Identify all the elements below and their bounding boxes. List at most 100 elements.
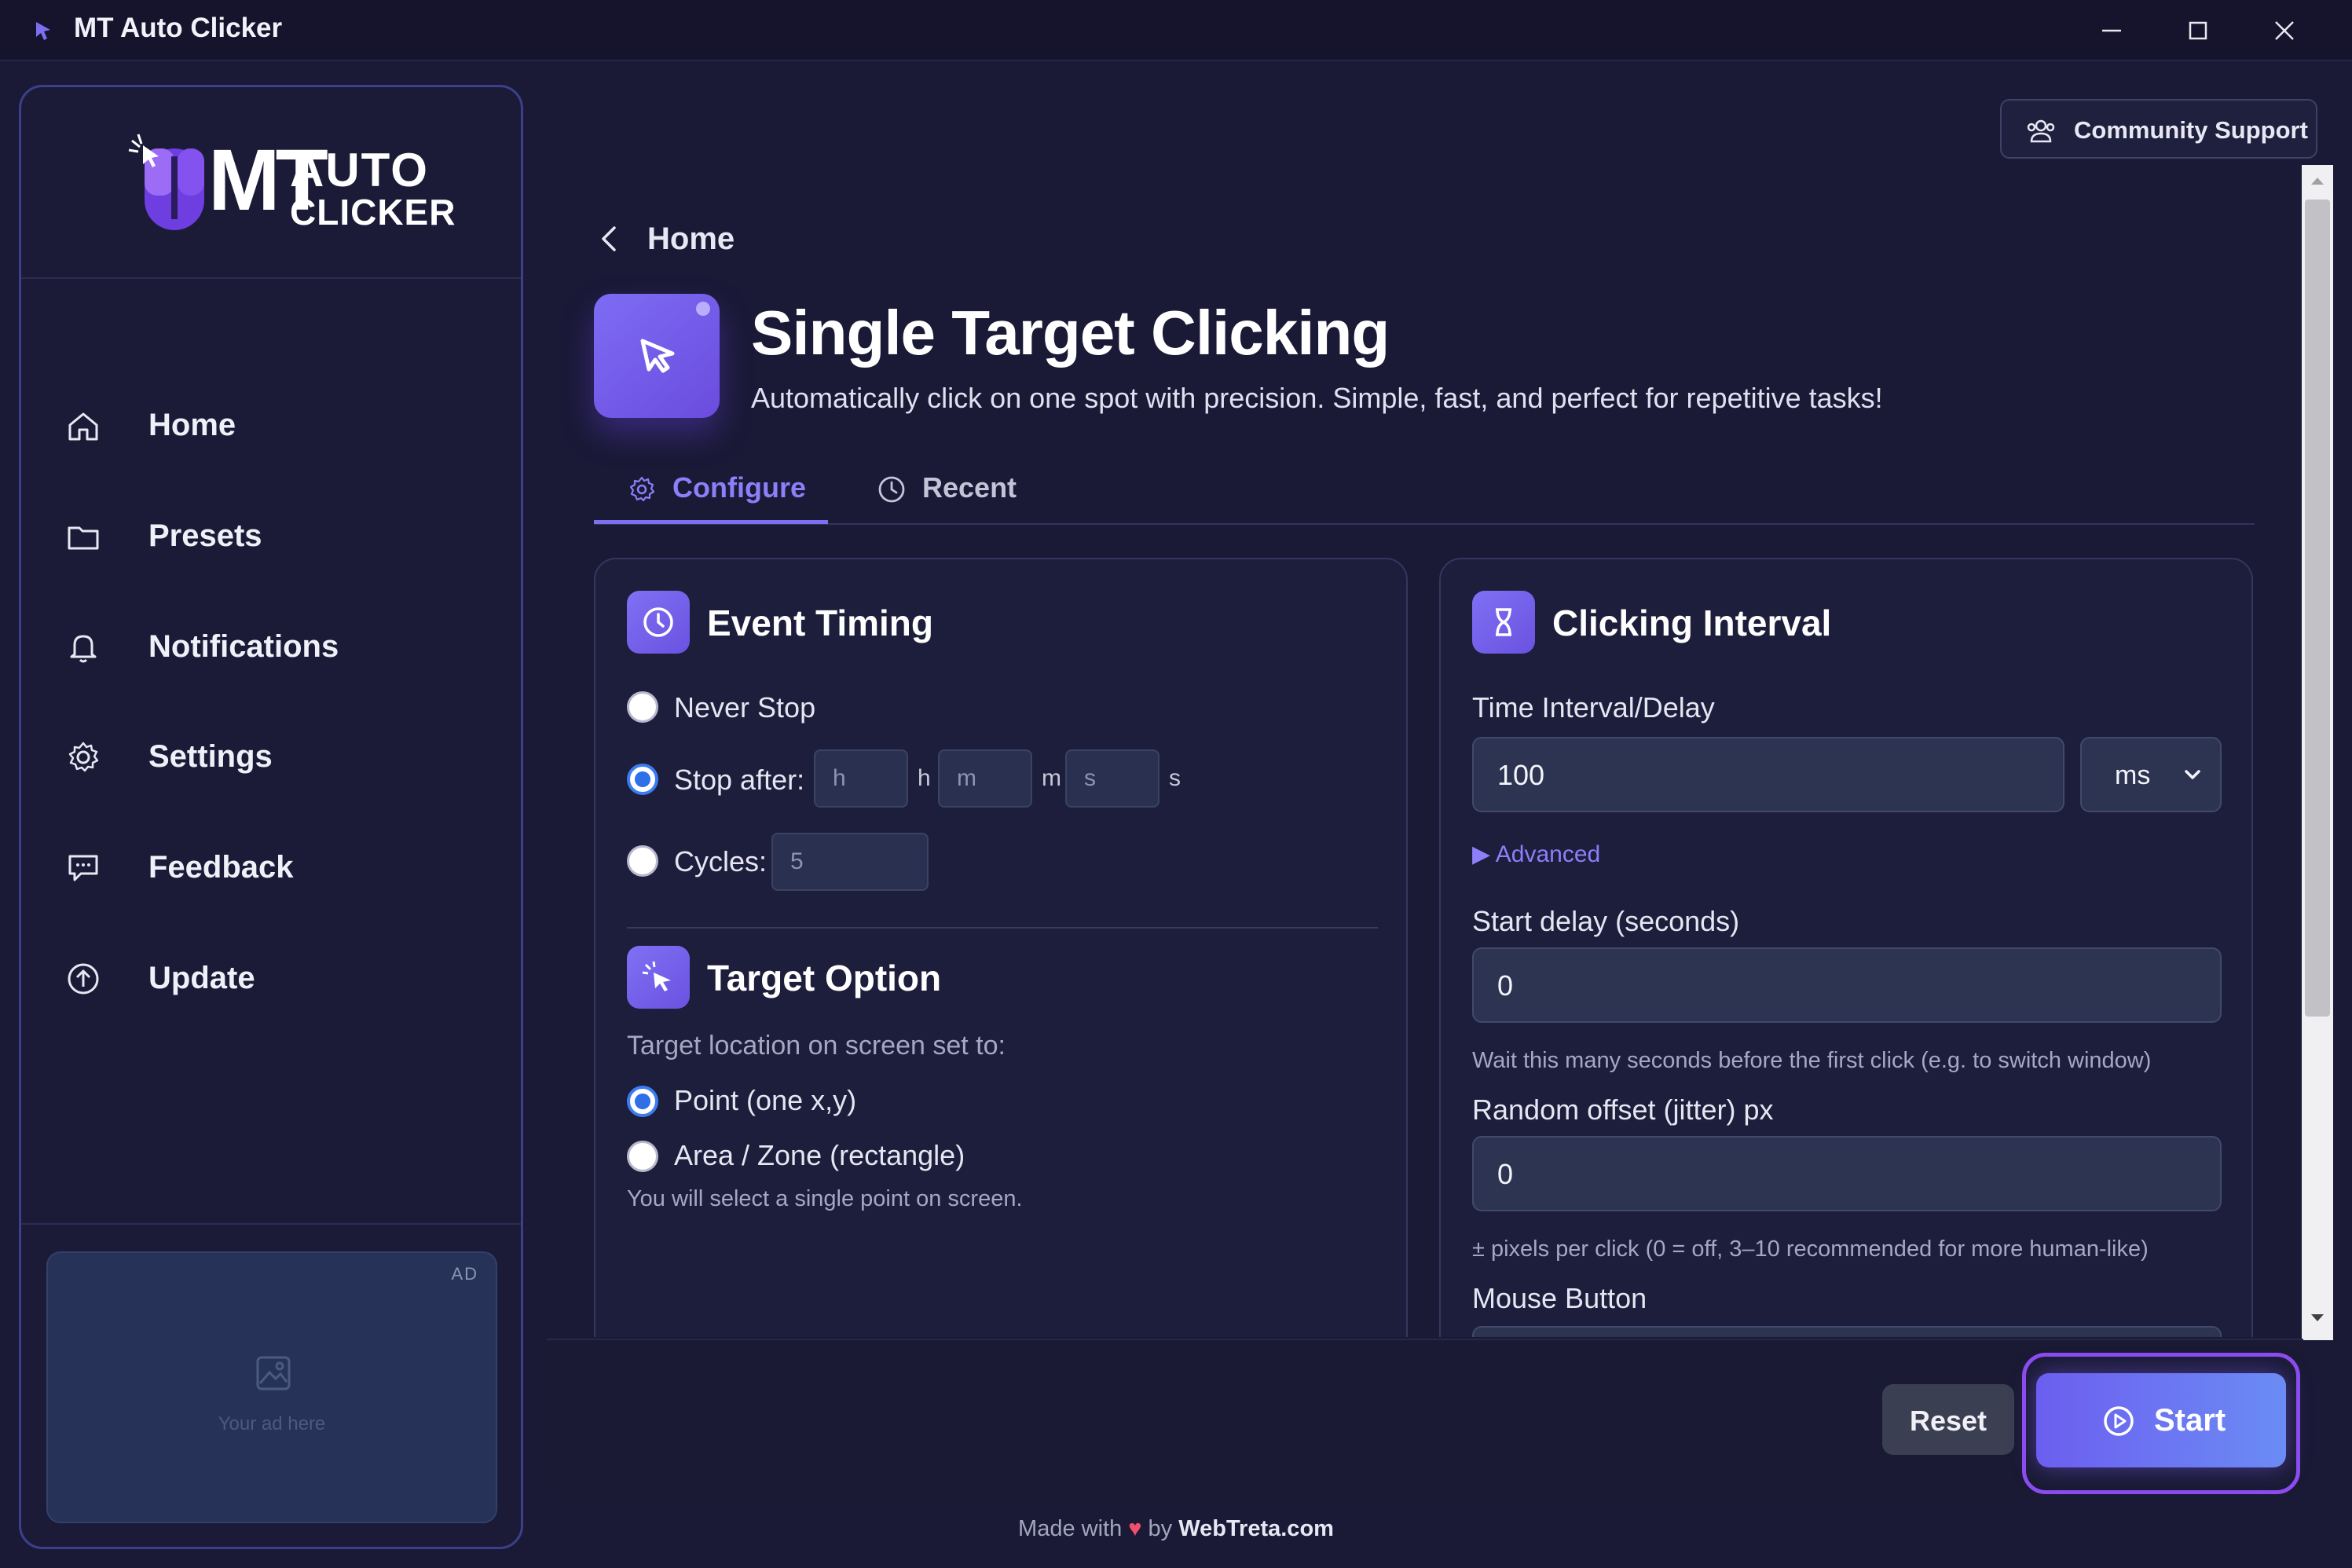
cycles-label: Cycles:	[674, 845, 768, 877]
sidebar-item-label: Notifications	[148, 629, 339, 664]
ad-banner[interactable]: AD Your ad here	[46, 1251, 497, 1523]
minutes-unit: m	[1042, 765, 1061, 791]
sidebar-item-presets[interactable]: Presets	[65, 504, 489, 567]
stop-after-radio[interactable]	[627, 764, 658, 795]
never-stop-radio[interactable]	[627, 691, 658, 723]
clock-icon	[643, 607, 673, 637]
config-scroll-area[interactable]: Event Timing Never Stop Stop after: h h …	[547, 542, 2303, 1337]
event-timing-title: Event Timing	[707, 603, 933, 643]
jitter-input[interactable]: 0	[1472, 1136, 2222, 1211]
maximize-button[interactable]	[2167, 11, 2229, 50]
chevron-left-icon	[602, 226, 616, 251]
sidebar-item-update[interactable]: Update	[65, 947, 489, 1009]
tab-active-indicator	[594, 520, 828, 524]
start-delay-input[interactable]: 0	[1472, 947, 2222, 1023]
stop-after-label: Stop after:	[674, 764, 805, 796]
seconds-unit: s	[1169, 765, 1181, 791]
scrollbar-thumb[interactable]	[2305, 200, 2330, 1017]
cursor-click-icon	[640, 339, 675, 373]
sidebar-item-feedback[interactable]: Feedback	[65, 836, 489, 899]
start-button[interactable]: Start	[2036, 1373, 2286, 1467]
gear-icon	[68, 742, 99, 772]
app-cursor-icon	[36, 22, 50, 40]
chevron-down-icon	[2185, 770, 2200, 779]
cycles-radio[interactable]	[627, 845, 658, 877]
jitter-label: Random offset (jitter) px	[1472, 1094, 1774, 1126]
mouse-button-select[interactable]	[1472, 1326, 2222, 1337]
point-radio[interactable]	[627, 1086, 658, 1117]
footer-made-with: Made with	[1018, 1516, 1123, 1541]
start-delay-helper: Wait this many seconds before the first …	[1472, 1048, 2152, 1073]
sidebar-divider	[21, 1223, 521, 1225]
minimize-icon	[2102, 29, 2121, 32]
ad-tag: AD	[451, 1264, 478, 1284]
community-support-button[interactable]: Community Support	[2000, 99, 2317, 159]
cycles-input[interactable]: 5	[771, 833, 929, 891]
interval-unit-select[interactable]: ms	[2080, 737, 2222, 812]
advanced-label: Advanced	[1495, 841, 1601, 867]
footer-by: by	[1148, 1516, 1173, 1541]
reset-button[interactable]: Reset	[1882, 1384, 2014, 1455]
scroll-down-icon[interactable]	[2308, 1310, 2327, 1326]
stop-after-hours-input[interactable]: h	[814, 749, 908, 808]
bell-icon	[70, 635, 97, 663]
event-timing-badge	[627, 591, 690, 654]
tab-configure[interactable]: Configure	[627, 467, 831, 523]
sidebar-item-label: Feedback	[148, 850, 294, 885]
area-label: Area / Zone (rectangle)	[674, 1139, 965, 1171]
page-title: Single Target Clicking	[751, 298, 1390, 368]
community-support-label: Community Support	[2074, 116, 2308, 144]
folder-icon	[68, 526, 99, 550]
gear-icon	[629, 476, 655, 502]
clicking-interval-badge	[1472, 591, 1535, 654]
stop-after-minutes-input[interactable]: m	[938, 749, 1032, 808]
interval-unit-value: ms	[2115, 760, 2151, 790]
hours-unit: h	[918, 765, 931, 791]
sidebar-item-home[interactable]: Home	[65, 394, 489, 456]
stop-after-seconds-input[interactable]: s	[1065, 749, 1160, 808]
tabs-divider	[594, 523, 2255, 525]
section-divider	[627, 927, 1378, 929]
sidebar-item-settings[interactable]: Settings	[65, 725, 489, 788]
reset-label: Reset	[1909, 1405, 1987, 1437]
hourglass-icon	[1496, 608, 1511, 636]
sidebar-item-label: Presets	[148, 518, 262, 553]
sidebar-item-label: Settings	[148, 739, 273, 774]
window-title: MT Auto Clicker	[74, 13, 283, 43]
sidebar-item-label: Home	[148, 408, 236, 442]
interval-label: Time Interval/Delay	[1472, 691, 1715, 724]
logo-text-auto: AUTO	[290, 144, 429, 196]
back-home-link[interactable]: Home	[597, 217, 754, 264]
minimize-button[interactable]	[2080, 11, 2143, 50]
interval-input[interactable]: 100	[1472, 737, 2064, 812]
sidebar: MT AUTO CLICKER Home Presets Notificatio…	[19, 85, 523, 1549]
clicking-interval-title: Clicking Interval	[1552, 603, 1832, 643]
footer: Made with ♥ by WebTreta.com	[0, 1516, 2352, 1542]
scroll-up-icon[interactable]	[2308, 173, 2327, 189]
maximize-icon	[2189, 21, 2207, 40]
image-placeholder-icon	[256, 1356, 291, 1390]
event-target-card: Event Timing Never Stop Stop after: h h …	[594, 558, 1408, 1337]
close-icon	[2275, 21, 2294, 40]
target-option-description: Target location on screen set to:	[627, 1031, 1006, 1061]
close-button[interactable]	[2253, 11, 2316, 50]
area-radio[interactable]	[627, 1141, 658, 1172]
triangle-right-icon: ▶	[1472, 841, 1491, 867]
advanced-toggle[interactable]: ▶ Advanced	[1472, 841, 1600, 868]
target-option-title: Target Option	[707, 958, 942, 998]
message-icon	[68, 855, 98, 881]
start-label: Start	[2154, 1403, 2226, 1438]
play-circle-icon	[2104, 1406, 2134, 1436]
title-bar: MT Auto Clicker	[0, 0, 2352, 61]
footer-brand-link[interactable]: WebTreta.com	[1178, 1516, 1334, 1541]
mouse-button-label: Mouse Button	[1472, 1282, 1647, 1314]
sidebar-item-notifications[interactable]: Notifications	[65, 615, 489, 678]
target-option-badge	[627, 946, 690, 1009]
clock-icon	[878, 476, 905, 503]
tab-recent[interactable]: Recent	[877, 467, 1050, 523]
logo: MT AUTO CLICKER	[21, 87, 521, 279]
cursor-click-icon	[642, 961, 671, 991]
logo-mouse-icon	[128, 134, 204, 230]
jitter-helper: ± pixels per click (0 = off, 3–10 recomm…	[1472, 1236, 2149, 1262]
clicking-interval-card: Clicking Interval Time Interval/Delay 10…	[1439, 558, 2253, 1337]
